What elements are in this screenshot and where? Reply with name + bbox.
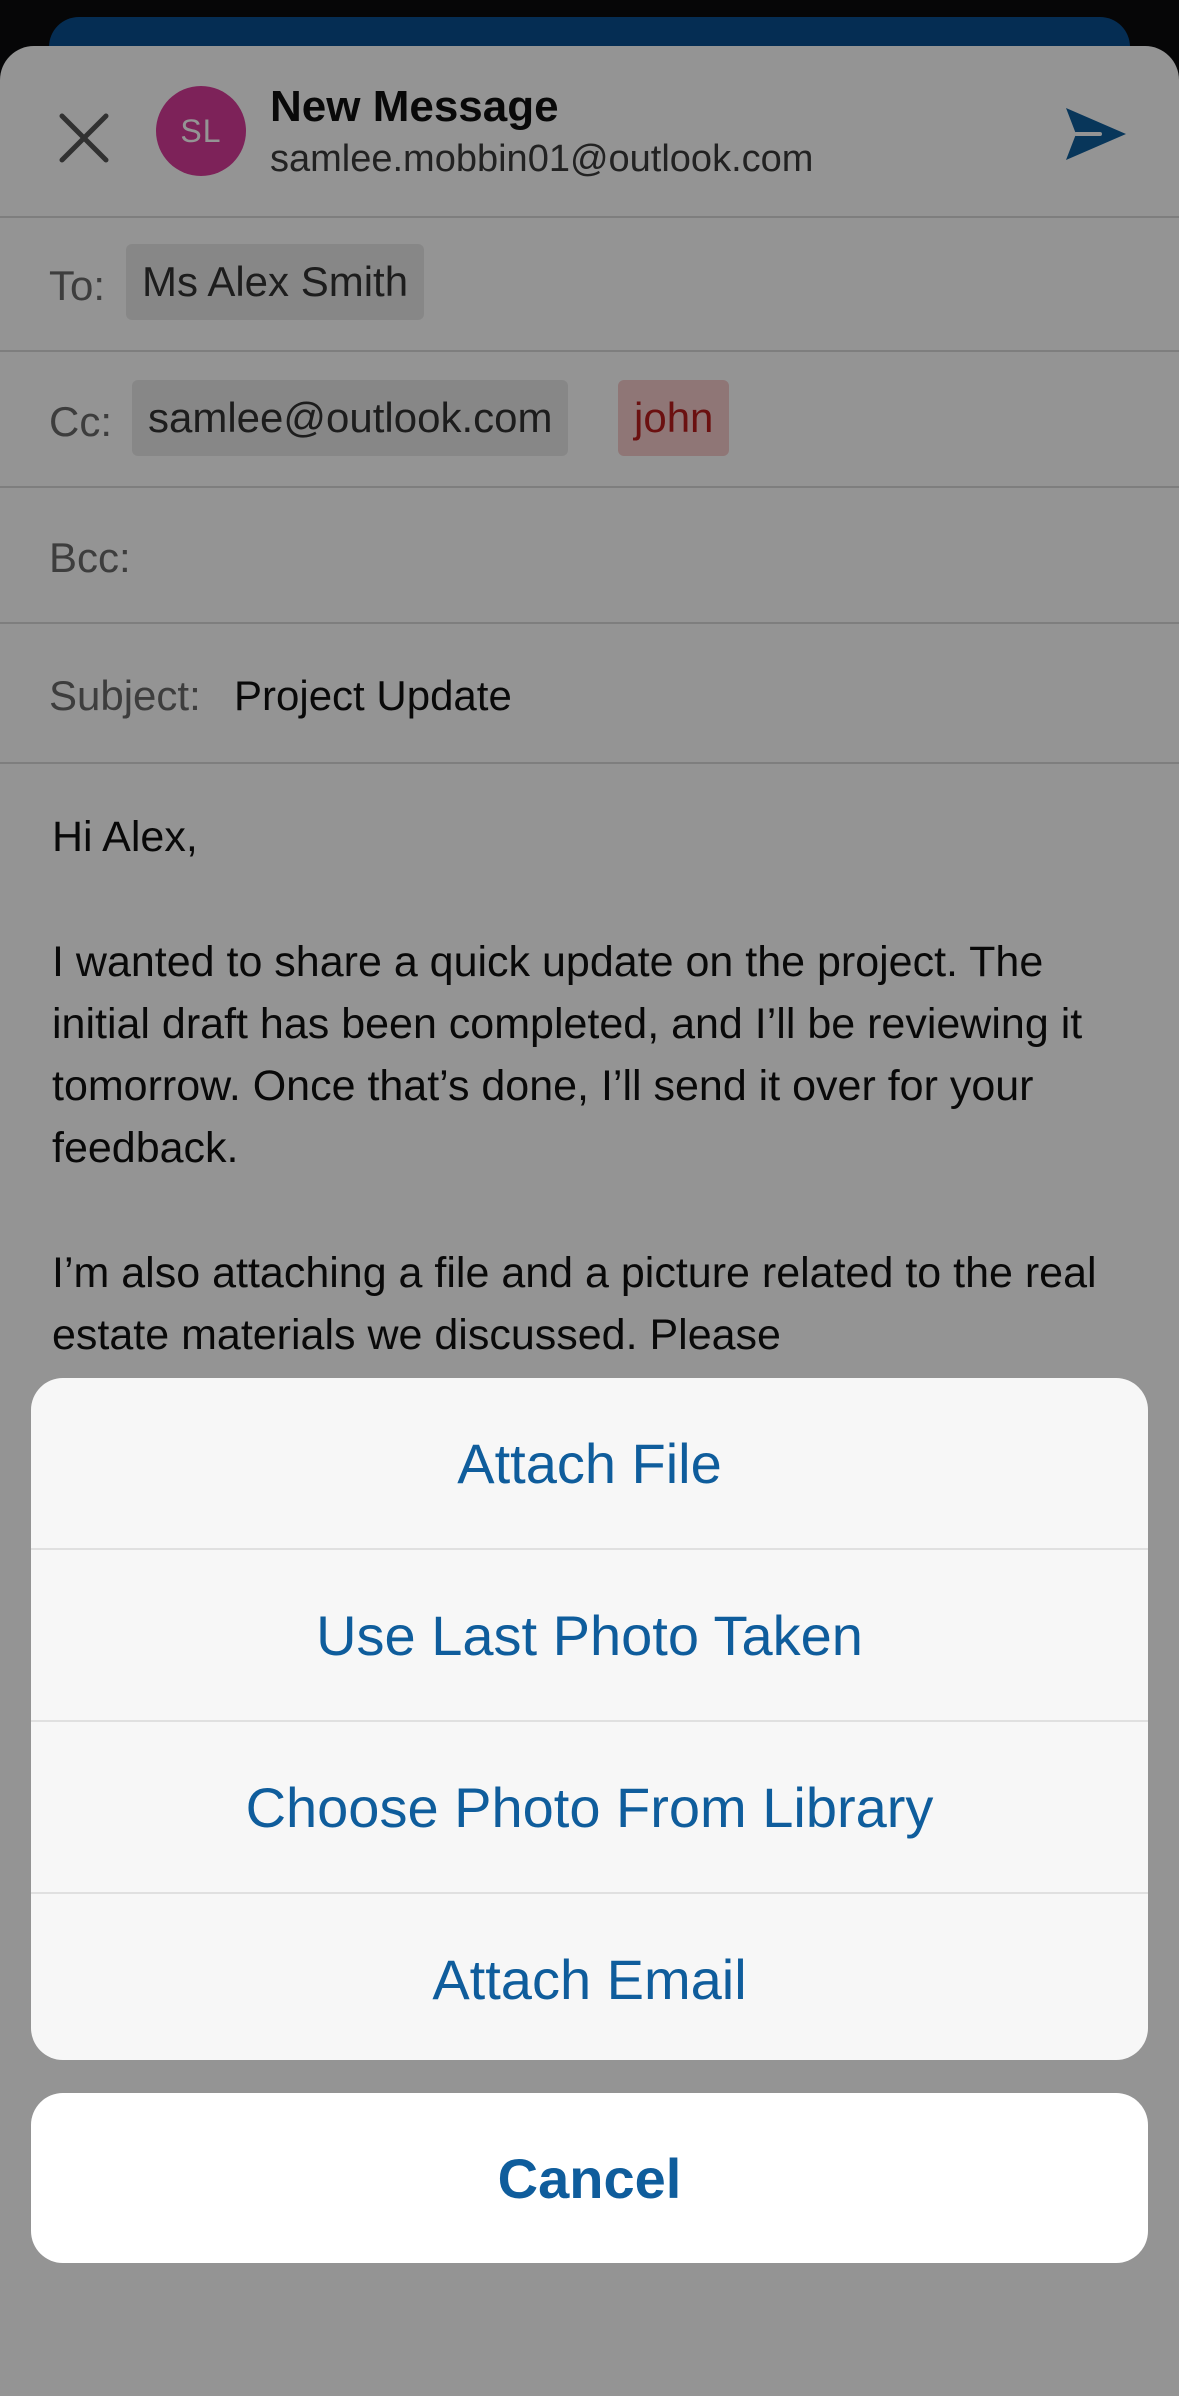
cancel-button[interactable]: Cancel xyxy=(31,2093,1148,2263)
attachment-action-sheet: Attach File Use Last Photo Taken Choose … xyxy=(31,1378,1148,2060)
attach-file-option[interactable]: Attach File xyxy=(31,1378,1148,1550)
use-last-photo-option[interactable]: Use Last Photo Taken xyxy=(31,1550,1148,1722)
attach-email-option[interactable]: Attach Email xyxy=(31,1894,1148,2060)
choose-photo-option[interactable]: Choose Photo From Library xyxy=(31,1722,1148,1894)
